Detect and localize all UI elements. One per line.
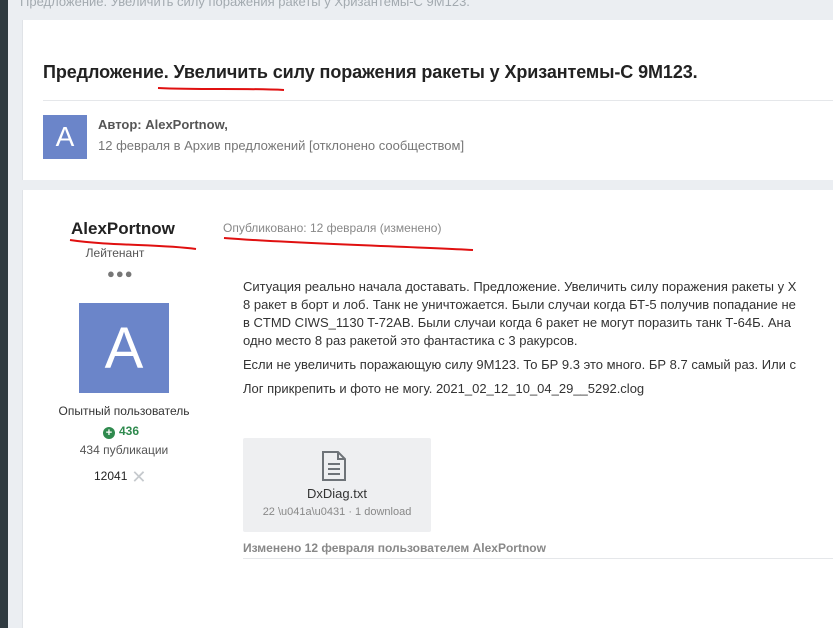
paragraph-line: в CTMD CIWS_1130 T-72AB. Были случаи ког… — [243, 315, 791, 330]
post-card: AlexPortnow Лейтенант ●●● A Опытный поль… — [22, 190, 833, 628]
paragraph-line: 8 ракет в борт и лоб. Танк не уничтожает… — [243, 297, 796, 312]
user-extra-field: 12041 ✕ — [94, 467, 146, 488]
post-username[interactable]: AlexPortnow — [71, 219, 175, 239]
divider — [43, 100, 833, 101]
user-group: Опытный пользователь — [58, 404, 190, 418]
user-rank: Лейтенант — [85, 246, 145, 260]
file-text-icon — [322, 451, 346, 481]
post-avatar[interactable]: A — [79, 303, 169, 393]
topic-date-line: 12 февраля в Архив предложений [отклонен… — [98, 138, 465, 153]
posts-count: 434 публикации — [79, 443, 169, 457]
left-edge-strip — [0, 0, 8, 628]
extra-value: 12041 — [94, 469, 128, 483]
author-line[interactable]: Автор: AlexPortnow, — [98, 117, 228, 132]
post-paragraph-3: Лог прикрепить и фото не могу. 2021_02_1… — [243, 381, 645, 396]
author-avatar[interactable]: A — [43, 115, 87, 159]
attachment-meta: 22 \u041a\u0431 · 1 download — [262, 506, 412, 518]
published-date[interactable]: Опубликовано: 12 февраля (изменено) — [223, 221, 441, 235]
paragraph-line: Ситуация реально начала доставать. Предл… — [243, 279, 797, 294]
breadcrumb[interactable]: Предложение. Увеличить силу поражения ра… — [20, 0, 470, 9]
edited-note: Изменено 12 февраля пользователем AlexPo… — [243, 541, 546, 555]
paragraph-line: одно место 8 раз ракетой это фантастика … — [243, 333, 578, 348]
divider — [243, 558, 833, 559]
reputation-value: 436 — [119, 424, 140, 438]
post-paragraph-1: Ситуация реально начала доставать. Предл… — [243, 278, 833, 350]
post-content: Ситуация реально начала доставать. Предл… — [243, 278, 833, 404]
reputation-badge[interactable]: +436 — [103, 424, 139, 439]
plus-circle-icon: + — [103, 427, 115, 439]
page-title: Предложение. Увеличить силу поражения ра… — [43, 62, 698, 82]
topic-header-card: Предложение. Увеличить силу поражения ра… — [22, 20, 833, 180]
attachment-name[interactable]: DxDiag.txt — [243, 486, 431, 501]
attachment-card[interactable]: DxDiag.txt 22 \u041a\u0431 · 1 download — [243, 438, 431, 532]
post-paragraph-2: Если не увеличить поражающую силу 9М123.… — [243, 357, 797, 372]
cross-icon: ✕ — [131, 467, 147, 487]
rank-dots-icon: ●●● — [107, 266, 134, 281]
